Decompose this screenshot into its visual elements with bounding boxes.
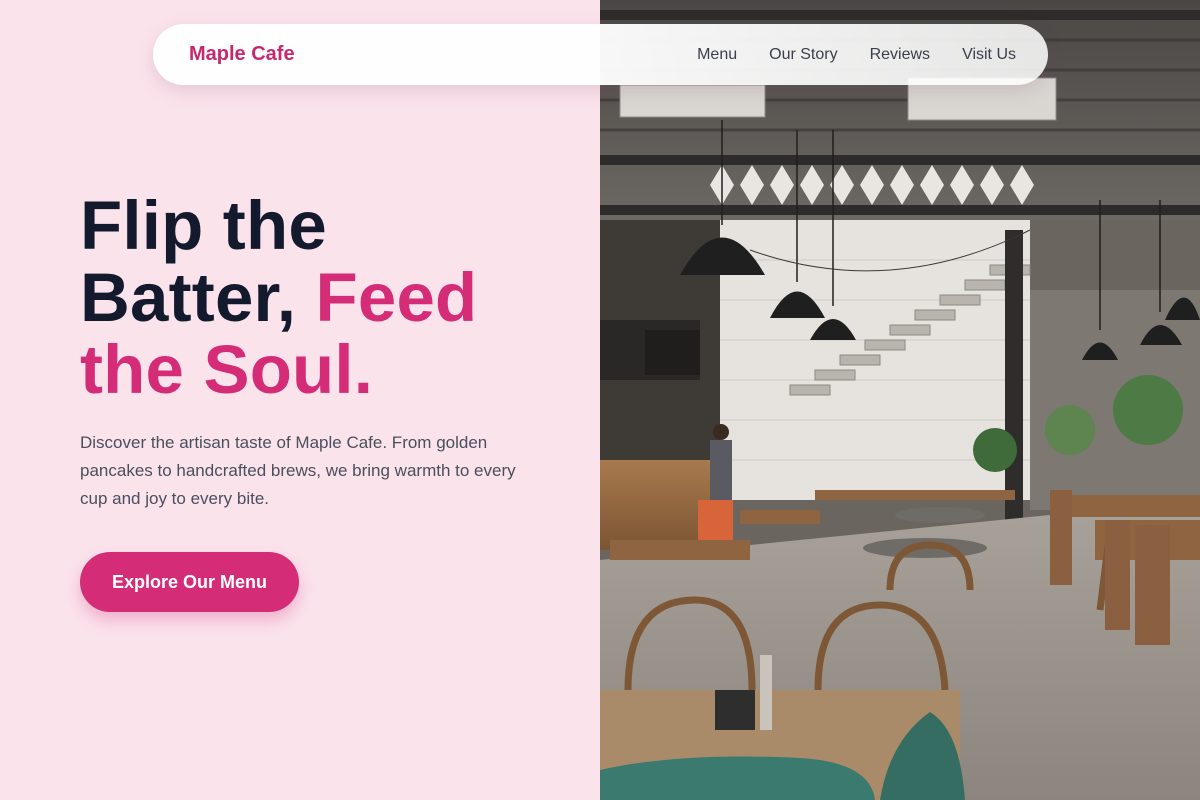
nav-links: Menu Our Story Reviews Visit Us (697, 46, 1016, 64)
brand-logo[interactable]: Maple Cafe (189, 43, 295, 66)
explore-menu-button[interactable]: Explore Our Menu (80, 552, 299, 612)
cafe-interior-photo (600, 0, 1200, 800)
nav-link-visit-us[interactable]: Visit Us (962, 46, 1016, 64)
hero-description: Discover the artisan taste of Maple Cafe… (80, 433, 516, 508)
nav-link-reviews[interactable]: Reviews (870, 46, 930, 64)
nav-link-menu[interactable]: Menu (697, 46, 737, 64)
top-navbar: Maple Cafe Menu Our Story Reviews Visit … (153, 24, 1048, 85)
nav-link-our-story[interactable]: Our Story (769, 46, 837, 64)
headline-text: Flip the Batter, (80, 187, 327, 336)
hero-headline: Flip the Batter, Feed the Soul. (80, 190, 560, 406)
